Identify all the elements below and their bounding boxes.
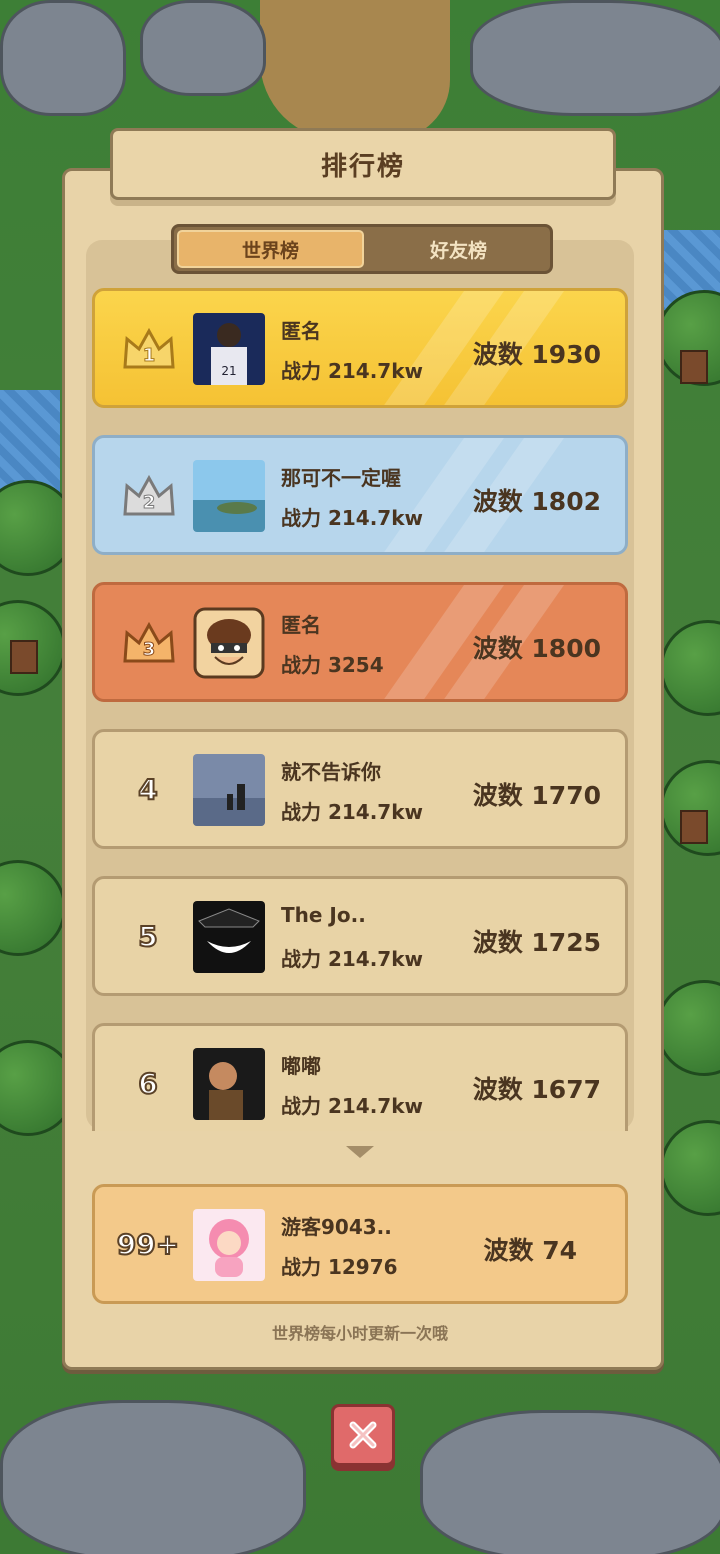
player-wave: 波数 1800: [472, 634, 601, 663]
player-name: 匿名: [281, 613, 321, 637]
dirt-path: [260, 0, 450, 140]
avatar: [193, 607, 265, 679]
tree-trunk: [10, 640, 38, 674]
page-title: 排行榜: [320, 151, 405, 182]
player-power: 战力 214.7kw: [281, 359, 424, 383]
avatar: 21: [193, 313, 265, 385]
rank-number: 4: [137, 772, 158, 807]
title-banner: 排行榜: [110, 128, 616, 200]
player-power: 战力 214.7kw: [281, 1094, 424, 1118]
scroll-down-arrow-icon: [346, 1146, 374, 1158]
update-note: 世界榜每小时更新一次哦: [271, 1324, 448, 1343]
ranking-row-5[interactable]: 5 The Jo.. 战力 214.7kw 波数 1725: [92, 876, 628, 996]
player-wave: 波数 74: [483, 1236, 578, 1265]
player-wave: 波数 1770: [472, 781, 601, 810]
bronze-crown-icon: 3: [123, 621, 175, 663]
rock: [470, 0, 720, 116]
player-name: 匿名: [281, 319, 321, 343]
player-name: 那可不一定喔: [281, 466, 401, 490]
svg-text:2: 2: [143, 492, 156, 513]
silver-crown-icon: 2: [123, 474, 175, 516]
avatar: [193, 1048, 265, 1120]
rock: [0, 1400, 306, 1554]
tab-bar: 世界榜 好友榜: [171, 224, 553, 274]
svg-text:21: 21: [221, 364, 236, 378]
player-wave: 波数 1725: [472, 928, 601, 957]
player-power: 战力 12976: [281, 1255, 398, 1279]
player-name: 游客9043..: [281, 1215, 392, 1239]
player-name: 嘟嘟: [281, 1054, 321, 1078]
rock: [420, 1410, 720, 1554]
ranking-row-4[interactable]: 4 就不告诉你 战力 214.7kw 波数 1770: [92, 729, 628, 849]
rock: [140, 0, 266, 96]
ranking-row-3[interactable]: 3 匿名 战力 3254 波数 1800: [92, 582, 628, 702]
rock: [0, 0, 126, 116]
svg-text:3: 3: [143, 639, 156, 660]
rank-number: 5: [137, 919, 158, 954]
player-wave: 波数 1802: [472, 487, 601, 516]
avatar: [193, 754, 265, 826]
player-name: The Jo..: [281, 903, 366, 927]
avatar: [193, 1209, 265, 1281]
player-power: 战力 214.7kw: [281, 506, 424, 530]
my-ranking-row[interactable]: 99+ 游客9043.. 战力 12976 波数 74: [92, 1184, 628, 1304]
player-wave: 波数 1677: [472, 1075, 601, 1104]
ranking-row-6[interactable]: 6 嘟嘟 战力 214.7kw 波数 1677: [92, 1023, 628, 1131]
player-name: 就不告诉你: [281, 760, 381, 784]
ranking-row-1[interactable]: 1 21 匿名 战力 214.7kw 波数 1930: [92, 288, 628, 408]
avatar: [193, 901, 265, 973]
ranking-row-2[interactable]: 2 那可不一定喔 战力 214.7kw 波数 1802: [92, 435, 628, 555]
list-divider: [86, 1131, 634, 1137]
player-wave: 波数 1930: [472, 340, 601, 369]
svg-text:1: 1: [143, 345, 156, 366]
tab-world[interactable]: 世界榜: [177, 230, 364, 268]
player-power: 战力 3254: [281, 653, 384, 677]
close-icon: [349, 1421, 377, 1449]
rank-number: 99+: [116, 1227, 180, 1262]
tab-friends[interactable]: 好友榜: [367, 227, 550, 271]
close-button[interactable]: [331, 1404, 395, 1466]
player-power: 战力 214.7kw: [281, 800, 424, 824]
avatar: [193, 460, 265, 532]
tree-trunk: [680, 810, 708, 844]
player-power: 战力 214.7kw: [281, 947, 424, 971]
rank-number: 6: [137, 1066, 158, 1101]
gold-crown-icon: 1: [123, 327, 175, 369]
tree-trunk: [680, 350, 708, 384]
